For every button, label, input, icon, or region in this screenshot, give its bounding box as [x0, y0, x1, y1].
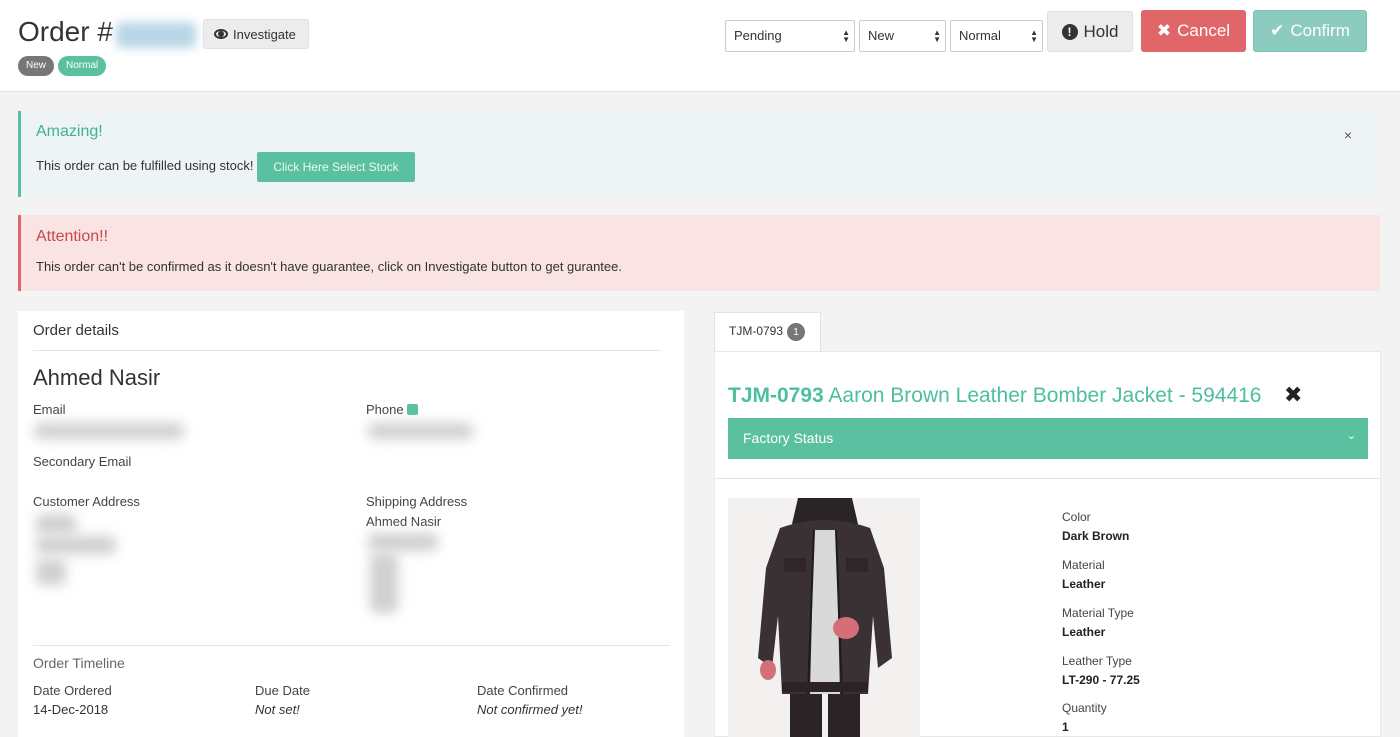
date-confirmed-value: Not confirmed yet!: [477, 702, 583, 717]
customer-address-label: Customer Address: [33, 494, 140, 509]
attribute-value-material-type: Leather: [1062, 625, 1106, 639]
order-number-redacted: [116, 22, 196, 48]
select-arrows-icon: ▲ ▼: [933, 28, 941, 44]
hold-button[interactable]: ! Hold: [1047, 11, 1133, 52]
phone-icon: [406, 404, 418, 415]
divider: [33, 645, 670, 646]
select-arrows-icon: ▲ ▼: [1030, 28, 1038, 44]
status-select[interactable]: Pending ▲ ▼: [725, 20, 855, 52]
customer-name: Ahmed Nasir: [33, 365, 161, 390]
jacket-image-icon: [728, 498, 920, 737]
exclamation-circle-icon: !: [1061, 23, 1078, 40]
factory-status-label: Factory Status: [743, 430, 834, 446]
attribute-label-color: Color: [1062, 510, 1091, 524]
attribute-value-material: Leather: [1062, 577, 1106, 591]
product-panel: TJM-0793 Aaron Brown Leather Bomber Jack…: [714, 351, 1381, 737]
attribute-label-leather-type: Leather Type: [1062, 654, 1132, 668]
order-details-panel: Order details Ahmed Nasir Email Phone Se…: [18, 311, 684, 737]
date-ordered-value: 14-Dec-2018: [33, 702, 109, 717]
product-title: TJM-0793 Aaron Brown Leather Bomber Jack…: [728, 384, 1262, 408]
guarantee-alert: Attention!! This order can't be confirme…: [18, 215, 1380, 291]
eye-icon: [214, 29, 228, 39]
date-confirmed-label: Date Confirmed: [477, 683, 569, 698]
confirm-label: Confirm: [1290, 21, 1350, 40]
attribute-value-color: Dark Brown: [1062, 529, 1130, 543]
hold-label: Hold: [1083, 21, 1119, 41]
attribute-value-quantity: 1: [1062, 720, 1069, 734]
investigate-label: Investigate: [233, 26, 296, 42]
cancel-button[interactable]: ✖ Cancel: [1141, 10, 1246, 52]
product-image: [728, 498, 920, 737]
attribute-label-quantity: Quantity: [1062, 701, 1107, 715]
status-badge-new: New: [18, 56, 55, 76]
investigate-button[interactable]: Investigate: [203, 19, 309, 49]
guarantee-alert-title: Attention!!: [36, 228, 109, 245]
email-label: Email: [33, 402, 66, 417]
status-badges: New Normal: [18, 56, 107, 76]
factory-status-accordion[interactable]: Factory Status ⌄: [728, 418, 1368, 459]
tab-label: TJM-0793: [729, 324, 784, 339]
status-select-value: Pending: [734, 28, 782, 43]
phone-label-text: Phone: [366, 402, 404, 417]
panel-title: Order details: [33, 322, 119, 339]
tab-count-badge: 1: [787, 323, 806, 341]
stock-alert: Amazing! This order can be fulfilled usi…: [18, 111, 1380, 197]
due-date-label: Due Date: [255, 683, 310, 698]
divider: [33, 350, 661, 351]
phone-label: Phone: [366, 402, 418, 417]
shipping-address-label: Shipping Address: [366, 494, 468, 509]
priority-select[interactable]: Normal ▲ ▼: [950, 20, 1043, 52]
stock-alert-title: Amazing!: [36, 123, 103, 140]
close-icon: ✖: [1156, 21, 1172, 40]
page-title: Order #: [18, 16, 113, 47]
divider: [715, 478, 1380, 479]
attribute-label-material-type: Material Type: [1062, 606, 1134, 620]
customer-address-redacted: [36, 559, 66, 585]
stage-select[interactable]: New ▲ ▼: [859, 20, 946, 52]
date-ordered-label: Date Ordered: [33, 683, 112, 698]
customer-address-redacted: [36, 514, 76, 534]
attribute-value-leather-type: LT-290 - 77.25: [1062, 673, 1140, 687]
close-icon[interactable]: ×: [1344, 127, 1352, 143]
shipping-address-redacted: [368, 533, 438, 551]
priority-badge-normal: Normal: [58, 56, 107, 76]
confirm-button[interactable]: ✔ Confirm: [1253, 10, 1367, 52]
check-icon: ✔: [1270, 21, 1285, 40]
attribute-label-material: Material: [1062, 558, 1105, 572]
guarantee-alert-text: This order can't be confirmed as it does…: [36, 259, 622, 274]
customer-address-redacted: [36, 536, 116, 554]
shipping-name: Ahmed Nasir: [366, 514, 442, 529]
tab-product[interactable]: TJM-0793 1: [714, 312, 821, 352]
product-sku: TJM-0793: [728, 384, 824, 407]
cancel-label: Cancel: [1177, 21, 1231, 40]
phone-redacted: [368, 423, 473, 439]
product-name: Aaron Brown Leather Bomber Jacket - 5944…: [828, 384, 1262, 407]
stock-alert-text: This order can be fulfilled using stock!: [36, 158, 254, 173]
secondary-email-label: Secondary Email: [33, 454, 132, 469]
priority-select-value: Normal: [959, 28, 1001, 43]
remove-product-icon[interactable]: ✖: [1284, 382, 1302, 408]
select-stock-button[interactable]: Click Here Select Stock: [257, 152, 415, 182]
timeline-title: Order Timeline: [33, 655, 125, 671]
select-arrows-icon: ▲ ▼: [842, 28, 850, 44]
email-redacted: [34, 423, 184, 439]
stage-select-value: New: [868, 28, 895, 43]
page-header: Order # Investigate New Normal Pending ▲…: [0, 0, 1400, 92]
due-date-value: Not set!: [255, 702, 300, 717]
shipping-address-redacted: [370, 553, 398, 613]
chevron-down-icon: ⌄: [1346, 430, 1356, 442]
